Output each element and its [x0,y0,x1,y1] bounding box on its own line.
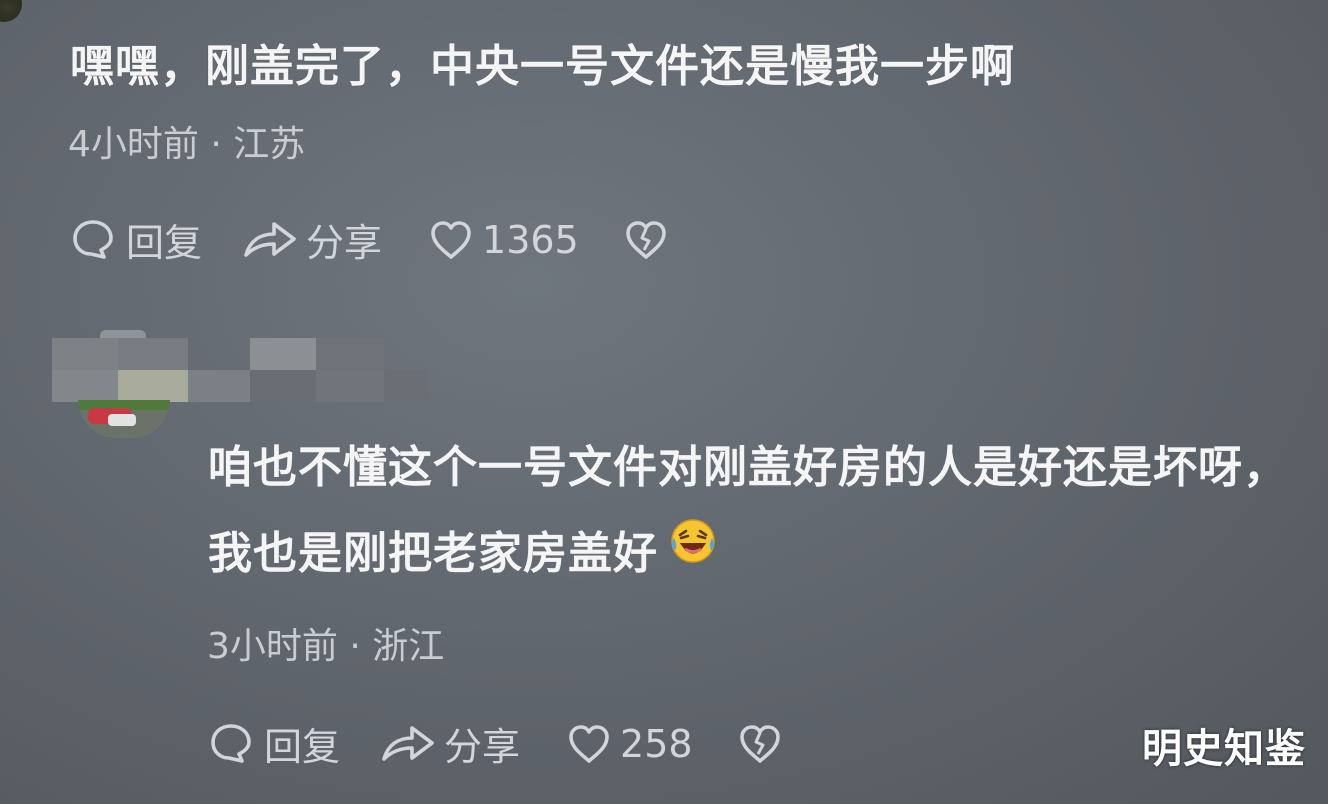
reply-label: 回复 [264,725,341,769]
share-button[interactable]: 分享 [242,212,382,267]
comment-text-content: 咱也不懂这个一号文件对刚盖好房的人是好还是坏呀，我也是刚把老家房盖好 [208,442,1288,579]
watermark: 明史知鉴 [1142,726,1306,772]
like-count: 1365 [482,217,579,262]
comment-meta: 3小时前 · 浙江 [207,626,445,667]
dislike-button[interactable] [737,721,783,767]
reply-icon [208,721,254,767]
share-icon [380,721,436,767]
laughing-crying-emoji-icon [668,509,718,595]
broken-heart-icon [737,721,783,767]
like-count: 258 [620,721,693,766]
share-icon [242,217,298,263]
comment-actions: 回复 分享 1365 [70,212,669,267]
heart-icon [428,217,474,263]
comment-actions: 回复 分享 258 [208,716,783,771]
share-button[interactable]: 分享 [380,716,520,771]
like-button[interactable]: 1365 [428,217,579,263]
broken-heart-icon [623,217,669,263]
reply-label: 回复 [126,221,203,265]
dislike-button[interactable] [623,217,669,263]
share-label: 分享 [444,725,521,769]
avatar[interactable] [78,400,170,438]
comment-text: 嘿嘿，刚盖完了，中央一号文件还是慢我一步啊 [70,41,1015,92]
reply-button[interactable]: 回复 [208,716,340,771]
heart-icon [566,721,612,767]
share-label: 分享 [306,221,383,265]
comment-text: 咱也不懂这个一号文件对刚盖好房的人是好还是坏呀，我也是刚把老家房盖好 [208,425,1308,599]
reply-button[interactable]: 回复 [70,212,202,267]
reply-icon [70,217,116,263]
comment-meta: 4小时前 · 江苏 [68,124,306,165]
avatar-previous-comment[interactable] [0,0,22,22]
like-button[interactable]: 258 [566,721,693,767]
